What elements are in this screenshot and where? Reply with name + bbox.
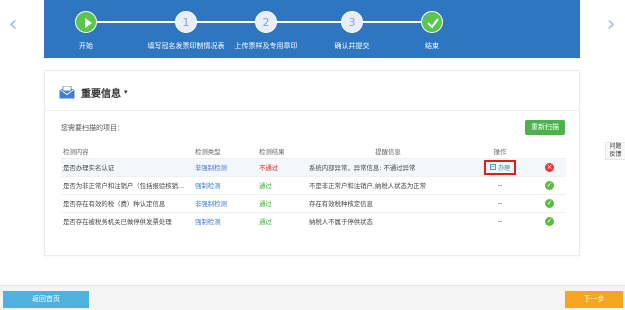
- step-3: 3 确认并提交: [316, 11, 388, 51]
- scan-hint: 您需要扫描的项目：: [61, 124, 124, 132]
- check-icon: [421, 11, 443, 33]
- cell-message: 系统内部异常，异常信息: 不通过异常: [307, 157, 467, 176]
- check-circle-icon: ✓: [545, 198, 554, 208]
- cell-op: --: [467, 175, 531, 194]
- step-indicator: 开始 1 填写冠名发票印制情况表 2 上传票样及专用章印 3 确认并提交 结束: [44, 0, 580, 58]
- step-label: 开始: [79, 42, 93, 50]
- rescan-button[interactable]: 重新扫描: [525, 120, 565, 135]
- step-label: 确认并提交: [334, 42, 370, 50]
- error-icon: ×: [545, 162, 554, 172]
- cell-op: --: [467, 211, 531, 230]
- cell-content: 是否存在有效的税（费）种认定信息: [61, 193, 193, 212]
- header-content: 检测内容: [63, 147, 89, 156]
- step-start: 开始: [50, 11, 122, 51]
- cell-op: 办理: [467, 157, 531, 176]
- step-number: 3: [341, 11, 363, 33]
- cell-type: 非强制检测: [193, 193, 257, 212]
- cell-message: 纳税人不属于停供状态: [307, 211, 467, 230]
- prev-arrow-icon[interactable]: ‹: [6, 10, 20, 40]
- cell-message: 存在有效税种核定信息: [307, 193, 467, 212]
- step-number: 2: [255, 11, 277, 33]
- mail-icon: [59, 85, 75, 98]
- feedback-line1: 问题: [609, 143, 622, 150]
- step-label: 结束: [425, 42, 439, 50]
- cell-type: 强制检测: [193, 175, 257, 194]
- play-icon: [75, 11, 97, 33]
- step-label: 上传票样及专用章印: [234, 42, 298, 50]
- next-step-button[interactable]: 下一步: [565, 291, 623, 308]
- cell-result: 通过: [257, 193, 307, 212]
- check-type-link[interactable]: 非强制检测: [195, 164, 227, 172]
- next-arrow-icon[interactable]: ›: [604, 10, 618, 40]
- cell-message: 不是非正常户和注销户,纳税人状态为正常: [307, 175, 467, 194]
- page: ‹ › 开始 1 填写冠名发票印制情况表 2 上传票样及专用章印 3 确认并提交…: [0, 0, 625, 310]
- handle-button[interactable]: 办理: [484, 159, 516, 175]
- table-header: 检测内容 检测类型 检测结果 提醒信息 操作: [61, 145, 566, 158]
- header-status: [531, 145, 566, 158]
- caret-down-icon: ▾: [124, 88, 128, 96]
- check-type-link[interactable]: 强制检测: [195, 218, 221, 226]
- progress-header: ‹ › 开始 1 填写冠名发票印制情况表 2 上传票样及专用章印 3 确认并提交…: [9, 0, 615, 58]
- cell-status: ×: [531, 157, 566, 176]
- header-message: 提醒信息: [375, 147, 401, 156]
- feedback-line2: 反馈: [609, 151, 622, 158]
- header-type: 检测类型: [195, 147, 221, 156]
- header-result: 检测结果: [259, 147, 285, 156]
- cell-status: ✓: [531, 175, 566, 194]
- check-circle-icon: ✓: [545, 216, 554, 226]
- cell-content: 是否为非正常户和注销户（包括报验核销...: [61, 175, 193, 194]
- cell-status: ✓: [531, 211, 566, 230]
- cell-result: 通过: [257, 175, 307, 194]
- cell-type: 强制检测: [193, 211, 257, 230]
- step-end: 结束: [396, 11, 468, 51]
- section-title[interactable]: 重要信息 ▾: [59, 83, 128, 101]
- cell-result: 通过: [257, 211, 307, 230]
- cell-type: 非强制检测: [193, 157, 257, 176]
- header-op: 操作: [493, 147, 507, 156]
- step-2: 2 上传票样及专用章印: [208, 11, 324, 51]
- cell-result: 不通过: [257, 157, 307, 176]
- cell-content: 是否办理实名认证: [61, 157, 193, 176]
- cell-op: --: [467, 193, 531, 212]
- table-row: 是否为非正常户和注销户（包括报验核销... 强制检测 通过 不是非正常户和注销户…: [61, 175, 566, 194]
- step-number: 1: [175, 11, 197, 33]
- important-info-card: 重要信息 ▾ 您需要扫描的项目： 重新扫描 检测内容 检测类型 检测结果 提醒信…: [44, 70, 580, 256]
- table-row: 是否存在有效的税（费）种认定信息 非强制检测 通过 存在有效税种核定信息 -- …: [61, 193, 566, 212]
- handle-label: 办理: [497, 164, 510, 172]
- table-row: 是否办理实名认证 非强制检测 不通过 系统内部异常，异常信息: 不通过异常 办理…: [61, 157, 566, 176]
- document-icon: [490, 163, 496, 170]
- cell-content: 是否存在被税务机关已做停供发票处理: [61, 211, 193, 230]
- divider: [45, 110, 579, 111]
- section-title-text: 重要信息: [81, 88, 121, 100]
- check-type-link[interactable]: 非强制检测: [195, 200, 227, 208]
- cell-status: ✓: [531, 193, 566, 212]
- check-type-link[interactable]: 强制检测: [195, 182, 221, 190]
- feedback-tab[interactable]: 问题 反馈: [605, 142, 625, 160]
- check-table: 检测内容 检测类型 检测结果 提醒信息 操作 是否办理实名认证 非强制检测 不通…: [61, 145, 566, 230]
- table-row: 是否存在被税务机关已做停供发票处理 强制检测 通过 纳税人不属于停供状态 -- …: [61, 211, 566, 230]
- check-circle-icon: ✓: [545, 180, 554, 190]
- footer-bar: 返回首页 下一步: [0, 285, 625, 310]
- back-home-button[interactable]: 返回首页: [3, 291, 89, 308]
